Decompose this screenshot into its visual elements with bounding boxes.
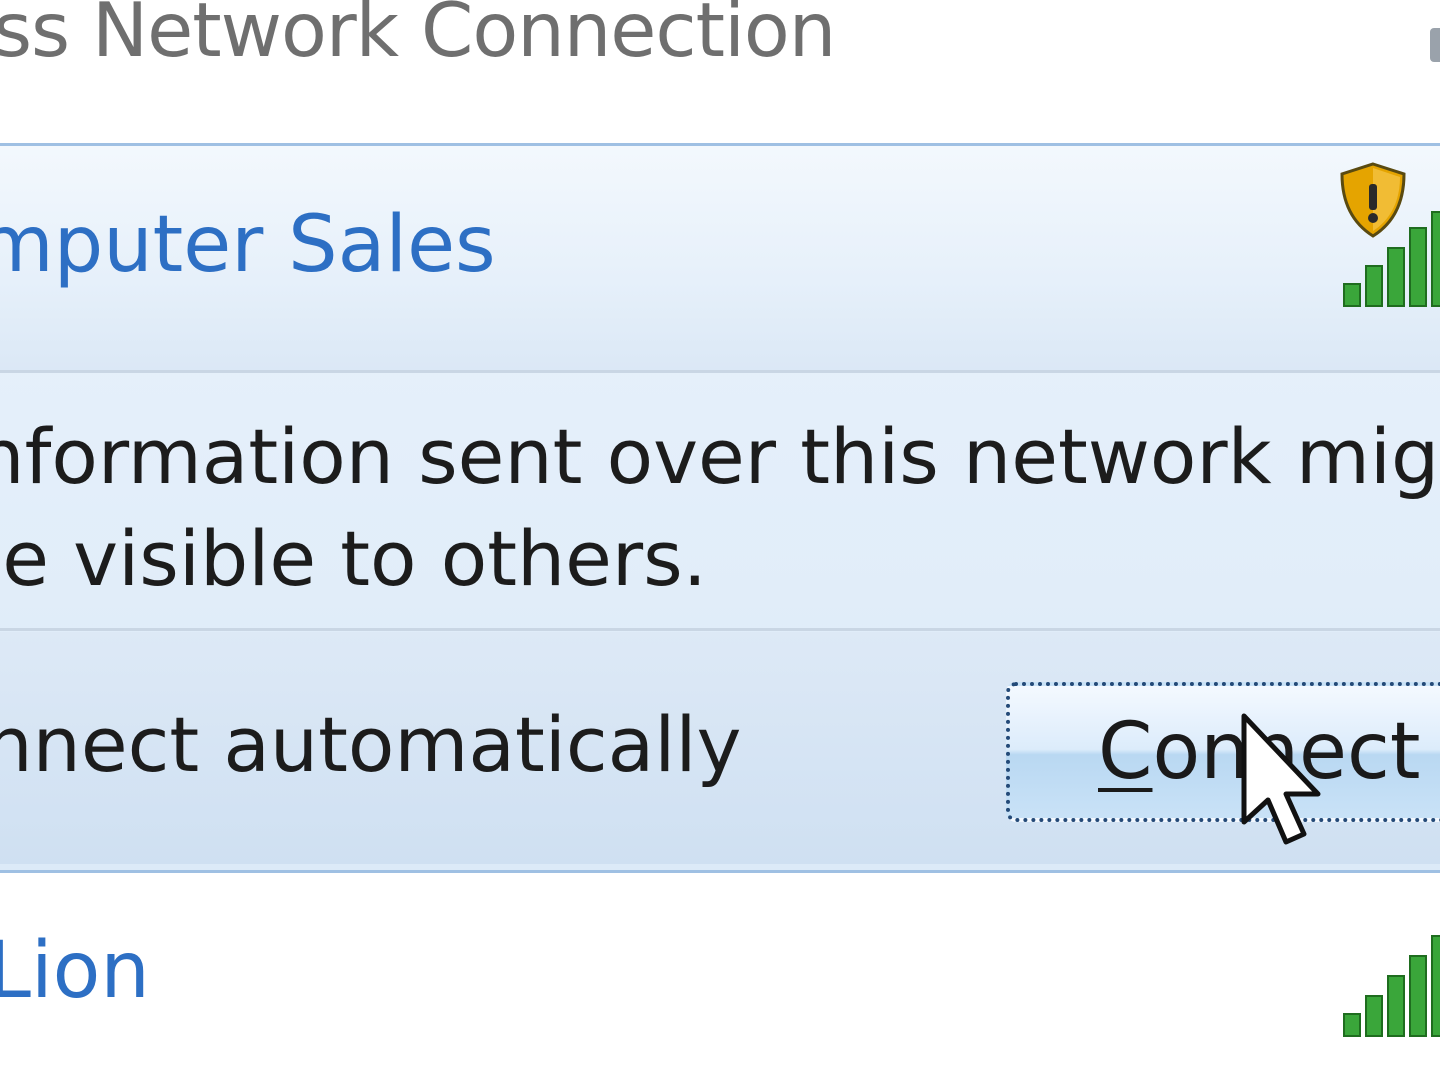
signal-strength-icon [1343,935,1440,1037]
connect-button[interactable]: Connect [1006,682,1440,822]
warning-line-2: be visible to others. [0,514,707,603]
divider-top [0,370,1440,373]
second-network-name[interactable]: gLion [0,926,150,1016]
signal-strength-icon [1343,211,1440,307]
connect-automatically-label[interactable]: onnect automatically [0,700,741,789]
header-icon-fragment [1430,28,1440,62]
mouse-pointer-icon [1241,713,1321,845]
divider-bottom [0,628,1440,631]
connect-button-accesskey: C [1098,707,1153,797]
warning-line-1: Information sent over this network migh [0,412,1440,501]
security-warning-text: Information sent over this network migh … [0,406,1440,610]
network-name[interactable]: omputer Sales [0,200,496,290]
section-header: less Network Connection [0,0,836,74]
